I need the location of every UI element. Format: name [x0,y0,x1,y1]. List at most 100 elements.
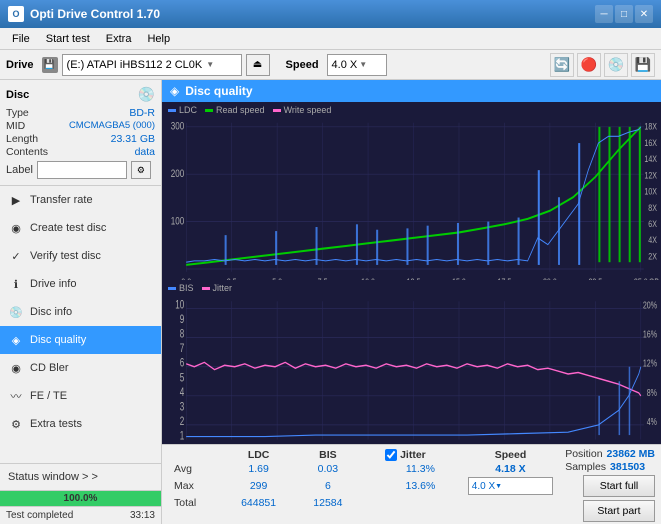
sidebar-item-extra-tests[interactable]: ⚙ Extra tests [0,410,161,438]
bis-legend-label: BIS [179,283,194,293]
svg-text:20.0: 20.0 [543,276,557,280]
svg-text:4: 4 [180,387,185,400]
sidebar: Disc 💿 Type BD-R MID CMCMAGBA5 (000) Len… [0,80,162,524]
window-controls: ─ □ ✕ [595,5,653,23]
speed-label: Speed [286,59,319,71]
chart2-legend: BIS Jitter [164,282,659,294]
svg-text:16X: 16X [644,137,657,148]
col-header-jitter: Jitter [379,448,462,462]
svg-text:0.0: 0.0 [181,276,191,280]
svg-text:300: 300 [171,120,184,132]
speed-dropdown[interactable]: 4.0 X ▼ [327,54,387,76]
col-header-speed: Speed [462,448,559,462]
disc-panel-header: Disc 💿 [6,86,155,103]
start-full-button[interactable]: Start full [583,475,655,497]
filter-button[interactable]: 🔴 [577,53,601,77]
drive-bar: Drive 💾 (E:) ATAPI iHBS112 2 CL0K ▼ ⏏ Sp… [0,50,661,80]
disc-contents-row: Contents data [6,146,155,158]
svg-text:22.5: 22.5 [588,276,602,280]
svg-text:10X: 10X [644,185,657,196]
svg-text:7: 7 [180,343,185,356]
menu-help[interactable]: Help [139,31,178,47]
disc-type-label: Type [6,107,29,119]
sidebar-item-fe-te[interactable]: 〰 FE / TE [0,382,161,410]
chart1-svg: 300 200 100 18X 16X 14X 12X 10X 8X 6X 4X… [164,116,659,280]
position-row: Position 23862 MB [565,448,655,460]
samples-value: 381503 [610,461,645,473]
app-title: Opti Drive Control 1.70 [30,7,160,21]
read-speed-legend-label: Read speed [216,105,265,115]
disc-label-input[interactable] [37,161,127,179]
max-label: Max [168,476,222,496]
total-ldc: 644851 [222,496,296,510]
refresh-button[interactable]: 🔄 [550,53,574,77]
drive-dropdown[interactable]: (E:) ATAPI iHBS112 2 CL0K ▼ [62,54,242,76]
menu-file[interactable]: File [4,31,38,47]
max-empty [360,476,379,496]
disc-label-button[interactable]: ⚙ [131,161,151,179]
svg-text:12.5: 12.5 [407,276,421,280]
close-button[interactable]: ✕ [635,5,653,23]
svg-text:10: 10 [175,299,184,312]
svg-text:25.0: 25.0 [634,276,648,280]
toolbar-icons: 🔄 🔴 💿 💾 [550,53,655,77]
svg-text:5.0: 5.0 [272,276,282,280]
disc-contents-label: Contents [6,146,48,158]
svg-text:2X: 2X [648,250,657,261]
stats-row: LDC BIS Jitter Speed [162,444,661,524]
save-button[interactable]: 💾 [631,53,655,77]
eject-button[interactable]: ⏏ [246,54,270,76]
bis-legend-dot [168,287,176,290]
svg-text:5: 5 [180,372,185,385]
sidebar-item-create-test-disc[interactable]: ◉ Create test disc [0,214,161,242]
drive-label: Drive [6,59,34,71]
avg-ldc: 1.69 [222,462,296,476]
sidebar-item-transfer-rate[interactable]: ▶ Transfer rate [0,186,161,214]
disc-type-row: Type BD-R [6,107,155,119]
transfer-rate-label: Transfer rate [30,194,93,206]
jitter-legend-label: Jitter [213,283,233,293]
avg-jitter: 11.3% [379,462,462,476]
drive-info-icon: ℹ [8,276,24,292]
read-speed-legend-dot [205,109,213,112]
svg-text:15.0: 15.0 [452,276,466,280]
svg-text:200: 200 [171,168,184,180]
disc-mid-label: MID [6,120,25,132]
col-header-empty [168,448,222,462]
svg-text:14X: 14X [644,153,657,164]
stats-max-row: Max 299 6 13.6% 4.0 X ▼ [168,476,559,496]
start-part-button[interactable]: Start part [583,500,655,522]
create-test-disc-label: Create test disc [30,222,106,234]
jitter-checkbox[interactable] [385,449,397,461]
samples-label: Samples [565,461,606,473]
menu-extra[interactable]: Extra [98,31,140,47]
status-window-button[interactable]: Status window > > [0,464,161,490]
svg-text:9: 9 [180,314,185,327]
disc-info-label: Disc info [30,306,72,318]
avg-bis: 0.03 [296,462,361,476]
svg-text:10.0: 10.0 [361,276,375,280]
speed-dropdown-small[interactable]: 4.0 X ▼ [468,477,553,495]
sidebar-bottom: Status window > > 100.0% Test completed … [0,463,161,524]
status-window-label: Status window > > [8,471,98,483]
ldc-legend-item: LDC [168,105,197,115]
sidebar-item-disc-quality[interactable]: ◈ Disc quality [0,326,161,354]
minimize-button[interactable]: ─ [595,5,613,23]
write-speed-legend-dot [273,109,281,112]
sidebar-item-verify-test-disc[interactable]: ✓ Verify test disc [0,242,161,270]
menu-start-test[interactable]: Start test [38,31,98,47]
max-bis: 6 [296,476,361,496]
sidebar-item-cd-bler[interactable]: ◉ CD Bler [0,354,161,382]
total-empty3 [462,496,559,510]
sidebar-item-disc-info[interactable]: 💿 Disc info [0,298,161,326]
sidebar-item-drive-info[interactable]: ℹ Drive info [0,270,161,298]
bis-chart: BIS Jitter 10 9 8 7 6 5 4 [164,282,659,442]
disc-button[interactable]: 💿 [604,53,628,77]
disc-length-label: Length [6,133,38,145]
write-speed-legend-label: Write speed [284,105,332,115]
svg-text:20%: 20% [643,299,657,311]
maximize-button[interactable]: □ [615,5,633,23]
disc-panel-title: Disc [6,89,29,101]
svg-text:8: 8 [180,328,185,341]
samples-row: Samples 381503 [565,461,655,473]
